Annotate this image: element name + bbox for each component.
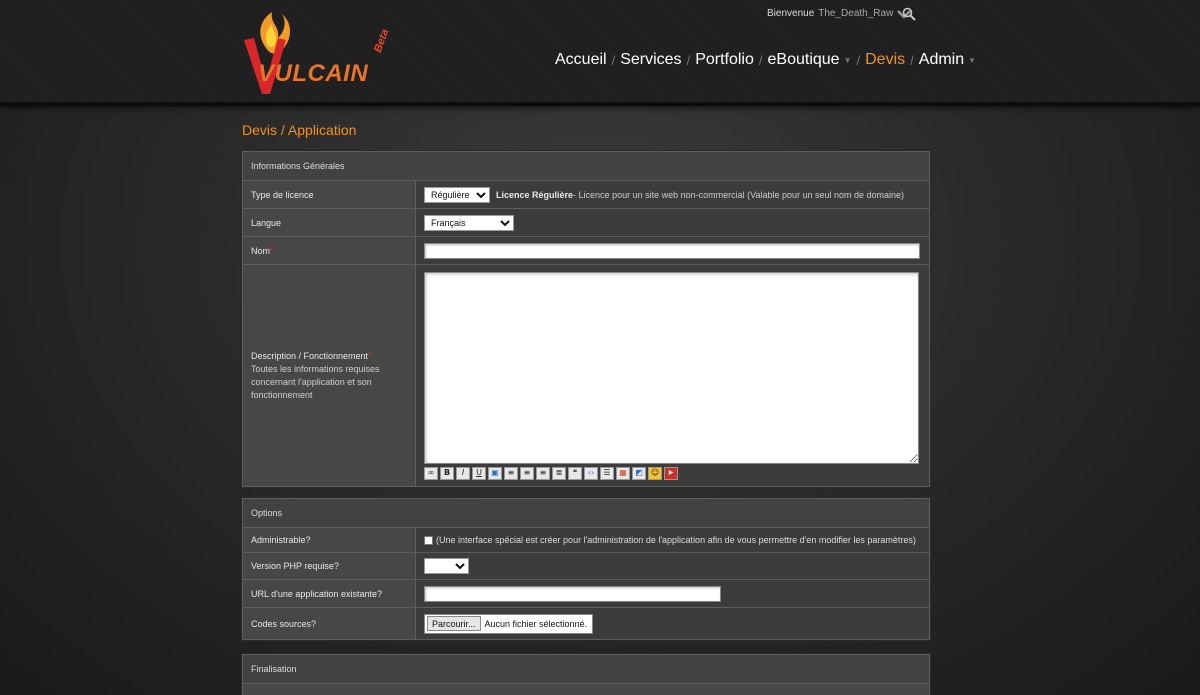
align-left-icon[interactable]: ≡ (504, 466, 518, 480)
url-label: URL d'une application existante? (243, 580, 416, 607)
required-marker: * (368, 350, 372, 361)
description-hint: Toutes les informations requises concern… (251, 363, 380, 400)
page-title: Devis / Application (242, 122, 357, 138)
align-right-icon[interactable]: ≡ (536, 466, 550, 480)
options-panel: Options Administrable? (Une interface sp… (242, 498, 930, 640)
url-input[interactable] (424, 585, 721, 602)
nav-item-accueil[interactable]: Accueil (555, 51, 607, 69)
description-row: Description / Fonctionnement* Toutes les… (243, 265, 929, 486)
welcome-bar: Bienvenue The_Death_Raw (767, 8, 912, 19)
language-row: Langue Français (243, 209, 929, 237)
youtube-icon[interactable]: ▶ (664, 466, 678, 480)
color-icon[interactable]: ▦ (616, 466, 630, 480)
sources-label: Codes sources? (243, 608, 416, 639)
required-marker: * (270, 245, 274, 256)
file-upload[interactable]: Parcourir... Aucun fichier sélectionné. (424, 613, 594, 634)
license-label: Type de licence (243, 181, 416, 208)
nav-item-eboutique[interactable]: eBoutique (768, 51, 840, 69)
caret-down-icon: ▼ (843, 55, 852, 65)
code-icon[interactable]: ‹› (584, 466, 598, 480)
admin-checkbox[interactable] (424, 535, 433, 545)
general-info-panel: Informations Générales Type de licence R… (242, 151, 930, 487)
nav-separator: / (758, 52, 763, 68)
name-input[interactable] (424, 242, 920, 259)
media-icon[interactable]: ◩ (632, 466, 646, 480)
language-label: Langue (243, 209, 416, 236)
username[interactable]: The_Death_Raw (818, 8, 893, 19)
search-icon[interactable] (902, 7, 916, 21)
align-justify-icon[interactable]: ≣ (552, 466, 566, 480)
nav-item-services[interactable]: Services (620, 51, 681, 69)
panel-heading: Informations Générales (243, 152, 929, 181)
nav-separator: / (856, 52, 861, 68)
smiley-icon[interactable]: ☺ (648, 466, 662, 480)
admin-label: Administrable? (243, 528, 416, 552)
main-nav: Accueil / Services / Portfolio / eBoutiq… (555, 51, 976, 69)
italic-icon[interactable]: I (456, 466, 470, 480)
welcome-label: Bienvenue (767, 8, 815, 19)
nav-item-portfolio[interactable]: Portfolio (695, 51, 754, 69)
nav-item-devis[interactable]: Devis (865, 51, 905, 69)
panel-heading: Finalisation (243, 655, 929, 684)
link-icon[interactable]: ∞ (424, 466, 438, 480)
file-status: Aucun fichier sélectionné. (484, 618, 588, 629)
license-description: - Licence pour un site web non-commercia… (573, 189, 905, 200)
logo-wordmark: VULCAIN (258, 60, 369, 87)
description-textarea[interactable] (424, 271, 919, 464)
align-center-icon[interactable]: ≡ (520, 466, 534, 480)
image-icon[interactable]: ▣ (488, 466, 502, 480)
php-version-select[interactable] (424, 558, 469, 574)
panel-heading: Options (243, 499, 929, 528)
name-label: Nom (251, 245, 271, 256)
bold-icon[interactable]: B (440, 466, 454, 480)
nav-item-admin[interactable]: Admin (919, 51, 964, 69)
nav-separator: / (611, 52, 616, 68)
list-icon[interactable]: ☰ (600, 466, 614, 480)
php-label: Version PHP requise? (243, 553, 416, 579)
admin-row: Administrable? (Une interface spécial es… (243, 528, 929, 553)
description-label: Description / Fonctionnement (251, 350, 369, 361)
license-row: Type de licence Régulière Licence Réguli… (243, 181, 929, 209)
description-label-cell: Description / Fonctionnement* Toutes les… (243, 265, 416, 486)
sources-row: Codes sources? Parcourir... Aucun fichie… (243, 608, 929, 639)
license-name: Licence Régulière (496, 189, 574, 200)
name-row: Nom * (243, 237, 929, 265)
name-label-cell: Nom * (243, 237, 416, 264)
site-header: VULCAIN Beta Bienvenue The_Death_Raw Acc… (0, 0, 1200, 106)
language-select[interactable]: Français (424, 214, 514, 231)
nav-separator: / (686, 52, 691, 68)
license-select[interactable]: Régulière (424, 186, 490, 203)
nav-separator: / (910, 52, 914, 68)
admin-description: (Une interface spécial est créer pour l'… (436, 535, 916, 545)
quote-icon[interactable]: ❝ (568, 466, 582, 480)
caret-down-icon: ▼ (968, 55, 977, 65)
php-row: Version PHP requise? (243, 553, 929, 580)
browse-button[interactable]: Parcourir... (427, 616, 481, 631)
url-row: URL d'une application existante? (243, 580, 929, 608)
underline-icon[interactable]: U (472, 466, 486, 480)
editor-toolbar: ∞ B I U ▣ ≡ ≡ ≡ ≣ ❝ ‹› ☰ ▦ ◩ ☺ ▶ (424, 466, 678, 480)
finalisation-panel: Finalisation (242, 654, 930, 695)
